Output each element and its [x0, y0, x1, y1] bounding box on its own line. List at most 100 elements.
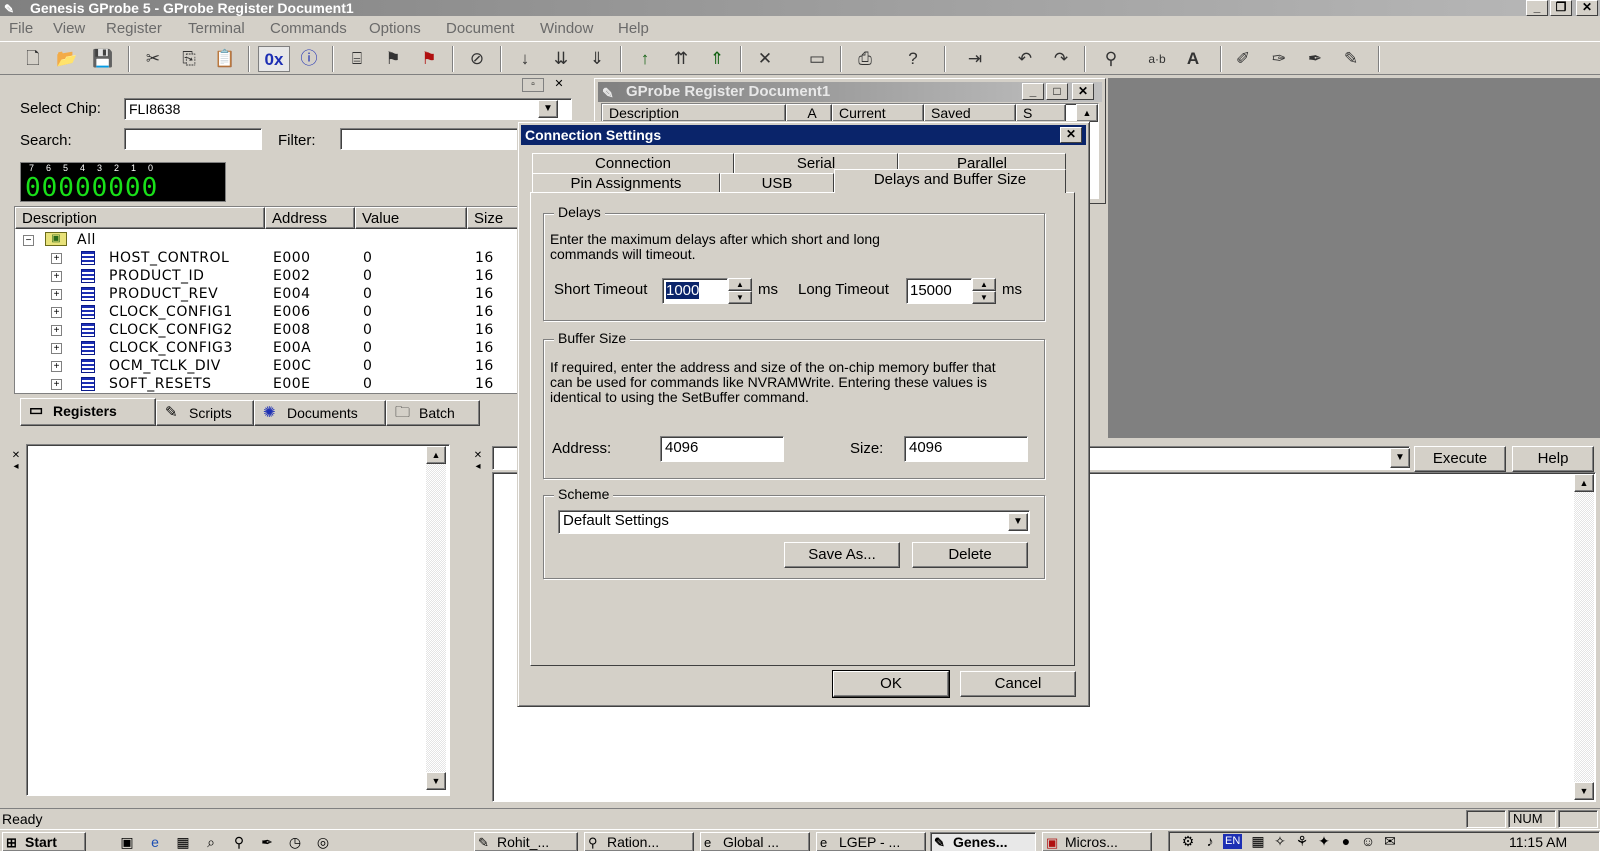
tray-app-icon[interactable]: ☺	[1359, 832, 1377, 850]
explorer-icon[interactable]: ▦	[174, 833, 192, 851]
open-folder-icon[interactable]: 📂	[54, 46, 80, 72]
delete-button[interactable]: Delete	[912, 542, 1028, 568]
menu-view[interactable]: View	[53, 20, 85, 37]
table-row[interactable]: + CLOCK_CONFIG1 E006 0 16	[15, 303, 573, 321]
tray-app-icon[interactable]: ●	[1337, 832, 1355, 850]
document-maximize-button[interactable]: □	[1046, 83, 1068, 100]
volume-icon[interactable]: ♪	[1201, 832, 1219, 850]
table-row[interactable]: + HOST_CONTROL E000 0 16	[15, 249, 573, 267]
expand-icon[interactable]: +	[51, 271, 62, 282]
short-timeout-stepper[interactable]: 1000 ▲ ▼	[662, 278, 752, 304]
write-block-icon[interactable]: ⇈	[668, 46, 694, 72]
scroll-up-icon[interactable]: ▲	[1076, 104, 1098, 122]
tab-usb[interactable]: USB	[720, 173, 834, 193]
chip-icon[interactable]: ⌸	[344, 46, 370, 72]
pen-edit-icon[interactable]: ✒	[1302, 46, 1328, 72]
maximize-button[interactable]: ❐	[1550, 0, 1572, 16]
expand-icon[interactable]: +	[51, 325, 62, 336]
tree-root-row[interactable]: − ▣ All	[15, 231, 573, 249]
replace-icon[interactable]: a·b	[1144, 46, 1170, 72]
short-timeout-input[interactable]: 1000	[662, 278, 728, 304]
col-header-description[interactable]: Description	[15, 207, 265, 229]
tray-app-icon[interactable]: ✦	[1315, 832, 1333, 850]
size-input[interactable]: 4096	[904, 436, 1028, 462]
write-up-icon[interactable]: ↑	[632, 46, 658, 72]
new-file-icon[interactable]: 🗋	[20, 46, 46, 72]
cut-icon[interactable]: ✂	[140, 46, 166, 72]
menu-commands[interactable]: Commands	[270, 20, 347, 37]
document-close-button[interactable]: ✕	[1072, 83, 1094, 100]
table-row[interactable]: + SOFT_RESETS E00E 0 16	[15, 375, 573, 393]
cancel-button[interactable]: Cancel	[960, 671, 1076, 697]
chevron-down-icon[interactable]: ▼	[1390, 448, 1410, 468]
command-scrollbar[interactable]: ▲ ▼	[1574, 474, 1594, 800]
doc-col-current[interactable]: Current	[832, 104, 924, 122]
scroll-up-icon[interactable]: ▲	[426, 446, 446, 464]
doc-col-description[interactable]: Description	[602, 104, 786, 122]
task-button-genesis[interactable]: ✎ Genes...	[930, 832, 1036, 851]
menu-document[interactable]: Document	[446, 20, 514, 37]
table-row[interactable]: + OCM_TCLK_DIV E00C 0 16	[15, 357, 573, 375]
flag-icon[interactable]: ⚑	[380, 46, 406, 72]
tab-pin-assignments[interactable]: Pin Assignments	[532, 173, 720, 193]
spin-down-icon[interactable]: ▼	[972, 291, 996, 304]
redo-icon[interactable]: ↷	[1048, 46, 1074, 72]
menu-register[interactable]: Register	[106, 20, 162, 37]
select-chip-dropdown[interactable]: FLI8638	[124, 98, 572, 120]
task-button-rohit[interactable]: ✎ Rohit_...	[474, 832, 578, 851]
undo-icon[interactable]: ↶	[1012, 46, 1038, 72]
expand-icon[interactable]: +	[51, 307, 62, 318]
pane-close-icon[interactable]: ✕	[548, 78, 570, 92]
tray-app-icon[interactable]: ⚘	[1293, 832, 1311, 850]
pane-close-icon[interactable]: ✕ ◂	[8, 450, 24, 474]
network-icon[interactable]: ⚙	[1179, 832, 1197, 850]
bit-value-display[interactable]: 00000000	[25, 174, 158, 202]
tab-scripts[interactable]: ✎ Scripts	[156, 400, 254, 426]
write-all-icon[interactable]: ⇑	[704, 46, 730, 72]
expand-icon[interactable]: +	[51, 253, 62, 264]
clock[interactable]: 11:15 AM	[1509, 834, 1567, 850]
dialog-close-button[interactable]: ✕	[1060, 127, 1082, 143]
doc-col-saved[interactable]: Saved	[924, 104, 1016, 122]
pen-remove-icon[interactable]: ✎	[1338, 46, 1364, 72]
window-icon[interactable]: ▭	[804, 46, 830, 72]
save-icon[interactable]: 💾	[90, 46, 116, 72]
doc-col-s[interactable]: S	[1016, 104, 1066, 122]
output-area[interactable]	[26, 444, 450, 796]
chevron-down-icon[interactable]: ▼	[538, 100, 558, 118]
pen-add-icon[interactable]: ✑	[1266, 46, 1292, 72]
col-header-value[interactable]: Value	[355, 207, 467, 229]
scroll-down-icon[interactable]: ▼	[1574, 782, 1594, 800]
ime-icon[interactable]: ▦	[1249, 832, 1267, 850]
table-row[interactable]: + PRODUCT_ID E002 0 16	[15, 267, 573, 285]
print-icon[interactable]: ⎙	[852, 46, 878, 72]
spin-down-icon[interactable]: ▼	[728, 291, 752, 304]
hex-toggle-button[interactable]: 0x	[258, 46, 290, 72]
table-row[interactable]: + CLOCK_CONFIG3 E00A 0 16	[15, 339, 573, 357]
col-header-address[interactable]: Address	[265, 207, 355, 229]
task-button-lgep[interactable]: e LGEP - ...	[816, 832, 926, 851]
chevron-down-icon[interactable]: ▼	[1008, 513, 1028, 531]
font-icon[interactable]: A	[1180, 46, 1206, 72]
expand-icon[interactable]: +	[51, 379, 62, 390]
run-script-icon[interactable]: ⇥	[962, 46, 988, 72]
tray-app-icon[interactable]: ✧	[1271, 832, 1289, 850]
read-down-icon[interactable]: ↓	[512, 46, 538, 72]
help-button[interactable]: Help	[1512, 446, 1594, 472]
menu-help[interactable]: Help	[618, 20, 649, 37]
table-row[interactable]: + CLOCK_CONFIG2 E008 0 16	[15, 321, 573, 339]
stop-flag-icon[interactable]: ⚑	[416, 46, 442, 72]
task-button-ration[interactable]: ⚲ Ration...	[584, 832, 694, 851]
paste-icon[interactable]: 📋	[212, 46, 238, 72]
find-binoculars-icon[interactable]: ⚲	[1098, 46, 1124, 72]
clock-app-icon[interactable]: ◷	[286, 833, 304, 851]
spin-up-icon[interactable]: ▲	[972, 278, 996, 291]
spin-up-icon[interactable]: ▲	[728, 278, 752, 291]
pen-icon[interactable]: ✒	[258, 833, 276, 851]
pane-restore-icon[interactable]: ▫	[522, 78, 544, 92]
address-input[interactable]: 4096	[660, 436, 784, 462]
viewer-icon[interactable]: ⚲	[230, 833, 248, 851]
collapse-icon[interactable]: −	[23, 235, 34, 246]
read-block-icon[interactable]: ⇊	[548, 46, 574, 72]
read-all-icon[interactable]: ⇓	[584, 46, 610, 72]
